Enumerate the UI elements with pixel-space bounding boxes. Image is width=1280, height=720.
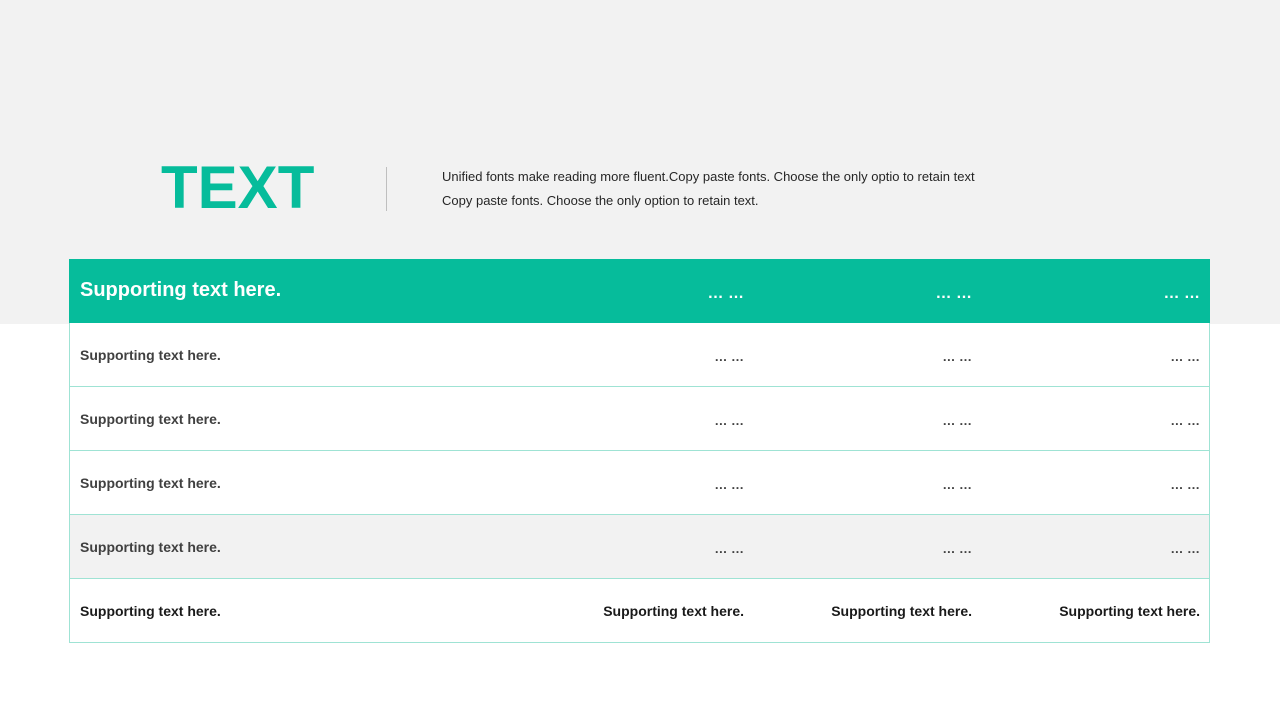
description-line-1: Unified fonts make reading more fluent.C… (442, 169, 975, 184)
table-cell: … … (942, 349, 972, 364)
footer-cell: Supporting text here. (80, 602, 221, 619)
table-cell: … … (714, 413, 744, 428)
table-cell: … … (714, 541, 744, 556)
table-row: Supporting text here. … … … … … … (69, 451, 1210, 515)
table-cell: … … (714, 349, 744, 364)
table-cell: … … (942, 541, 972, 556)
header-cell: … … (707, 284, 744, 302)
description-line-2: Copy paste fonts. Choose the only option… (442, 193, 759, 208)
table-cell: Supporting text here. (80, 474, 221, 491)
header-cell: Supporting text here. (80, 279, 282, 301)
footer-cell: Supporting text here. (1059, 602, 1200, 619)
header-cell: … … (935, 284, 972, 302)
headline: TEXT (161, 154, 315, 221)
vertical-divider (386, 167, 387, 211)
footer-cell: Supporting text here. (603, 602, 744, 619)
table-cell: … … (942, 477, 972, 492)
header-cell: … … (1163, 284, 1200, 302)
description: Unified fonts make reading more fluent.C… (442, 165, 1062, 213)
table-header-row: Supporting text here. … … … … … … (69, 259, 1210, 323)
table-row: Supporting text here. … … … … … … (69, 323, 1210, 387)
data-table: Supporting text here. … … … … … … Suppor… (69, 259, 1210, 643)
table-cell: … … (1170, 477, 1200, 492)
table-cell: Supporting text here. (80, 410, 221, 427)
table-cell: Supporting text here. (80, 538, 221, 555)
footer-cell: Supporting text here. (831, 602, 972, 619)
table-cell: … … (1170, 349, 1200, 364)
table-row: Supporting text here. … … … … … … (69, 515, 1210, 579)
table-footer-row: Supporting text here. Supporting text he… (69, 579, 1210, 643)
table-cell: … … (1170, 541, 1200, 556)
table-cell: … … (714, 477, 744, 492)
table-cell: … … (942, 413, 972, 428)
table-row: Supporting text here. … … … … … … (69, 387, 1210, 451)
table-cell: Supporting text here. (80, 346, 221, 363)
table-cell: … … (1170, 413, 1200, 428)
